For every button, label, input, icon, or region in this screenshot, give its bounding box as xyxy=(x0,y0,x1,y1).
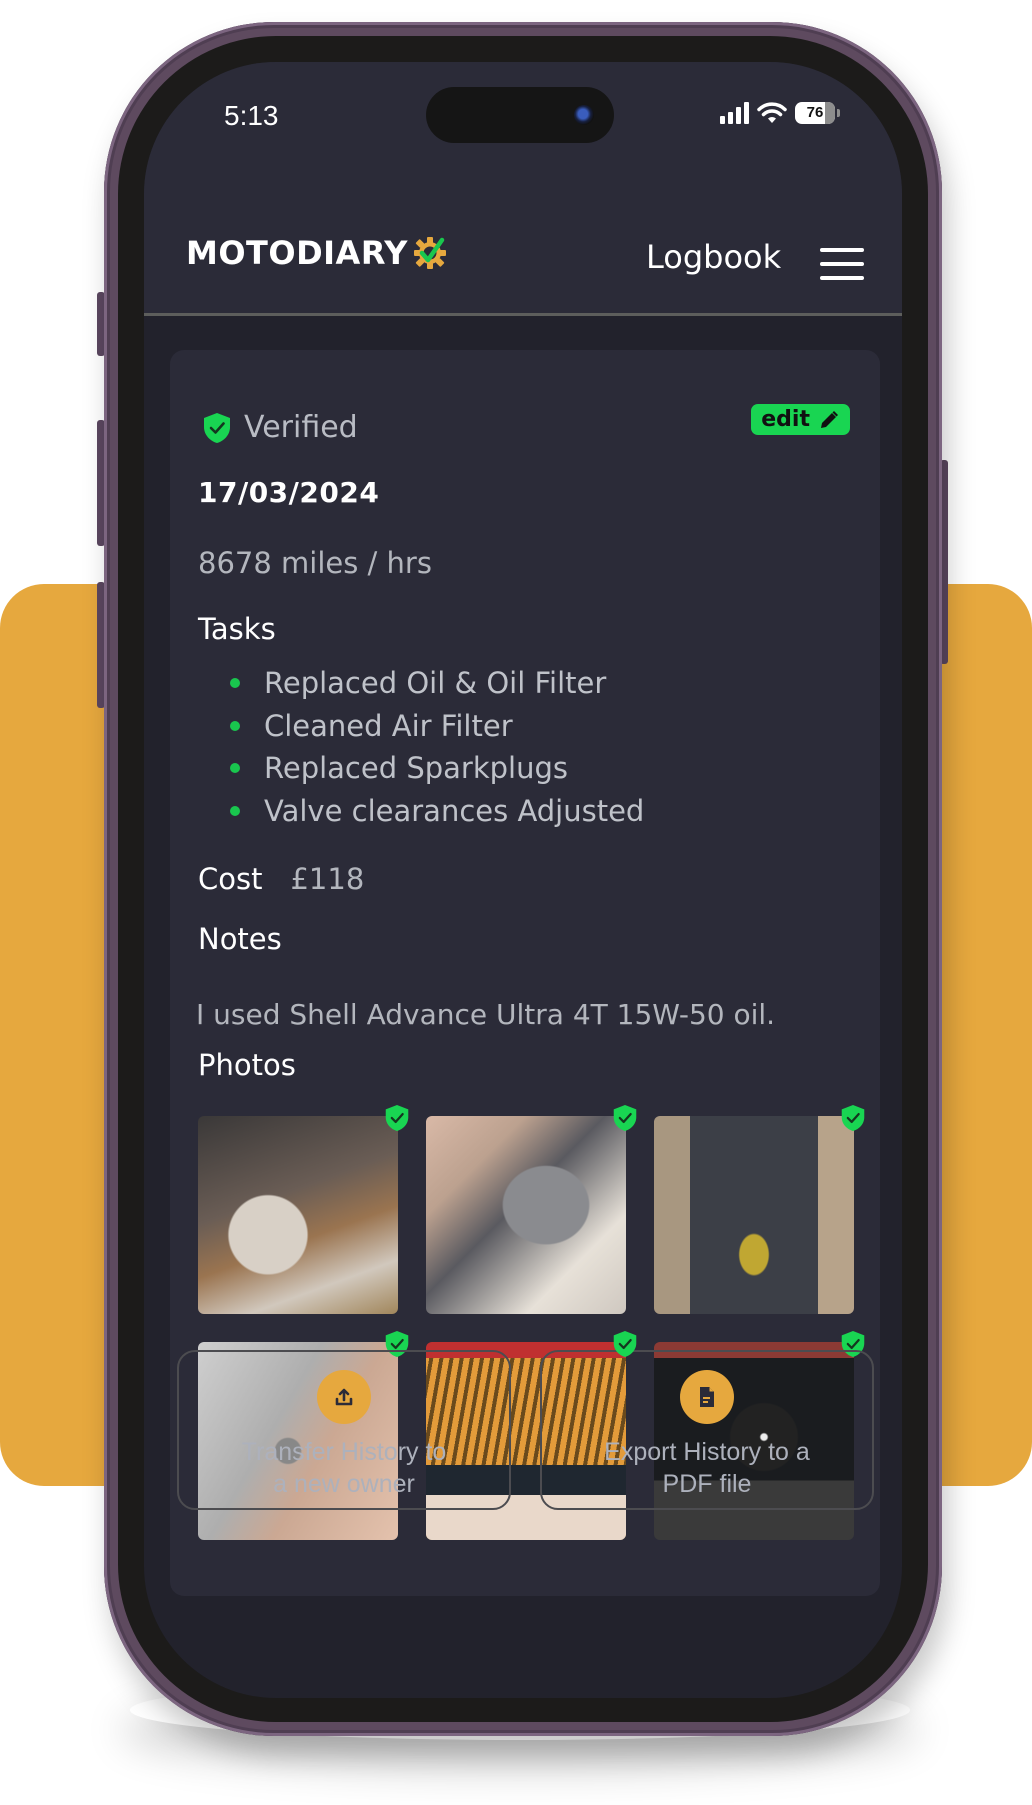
edit-button[interactable]: edit xyxy=(751,404,850,435)
phone-screen: 5:13 76 MOTODIARY Logbook Verified edit … xyxy=(144,62,902,1698)
wifi-icon xyxy=(757,102,787,123)
task-item: Valve clearances Adjusted xyxy=(230,790,644,833)
verified-shield-icon xyxy=(613,1105,637,1131)
status-time: 5:13 xyxy=(224,100,279,131)
status-bar: 5:13 76 xyxy=(144,62,902,192)
logo-text: MOTODIARY xyxy=(186,234,408,272)
verified-shield-icon xyxy=(841,1105,865,1131)
bullet-icon xyxy=(230,763,240,774)
photo-thumbnail-valve-cover[interactable] xyxy=(426,1105,637,1314)
dynamic-island xyxy=(426,87,614,143)
label-line: Export History to a xyxy=(604,1438,810,1466)
label-line: Transfer History to xyxy=(241,1438,447,1466)
edit-label: edit xyxy=(761,407,810,432)
top-navbar: MOTODIARY Logbook xyxy=(144,192,902,316)
battery-tip xyxy=(837,109,840,117)
photos-heading: Photos xyxy=(198,1048,296,1082)
task-text: Replaced Sparkplugs xyxy=(264,751,569,786)
front-camera xyxy=(574,105,594,125)
entry-mileage: 8678 miles / hrs xyxy=(198,546,432,580)
notes-text: I used Shell Advance Ultra 4T 15W-50 oil… xyxy=(196,998,776,1031)
photo-thumbnail-oil-drain[interactable] xyxy=(198,1105,409,1314)
label-line: a new owner xyxy=(273,1470,415,1498)
verified-shield-icon xyxy=(385,1105,409,1131)
pencil-icon xyxy=(821,410,838,428)
signal-icon xyxy=(720,102,749,124)
upload-icon-circle xyxy=(317,1370,371,1424)
verified-label: Verified xyxy=(244,410,358,445)
bullet-icon xyxy=(230,720,240,731)
verified-status: Verified xyxy=(202,410,358,445)
app-logo[interactable]: MOTODIARY xyxy=(186,234,448,272)
status-icons: 76 xyxy=(720,102,840,124)
transfer-history-button[interactable]: Transfer History to a new owner xyxy=(177,1350,511,1510)
battery-percent: 76 xyxy=(806,104,824,121)
notes-heading: Notes xyxy=(198,922,282,956)
hamburger-menu-icon[interactable] xyxy=(820,248,864,280)
export-pdf-button[interactable]: Export History to a PDF file xyxy=(540,1350,874,1510)
export-pdf-label: Export History to a PDF file xyxy=(542,1436,872,1500)
task-text: Cleaned Air Filter xyxy=(264,708,513,743)
page-title: Logbook xyxy=(646,238,782,276)
task-item: Replaced Oil & Oil Filter xyxy=(230,662,644,705)
task-text: Replaced Oil & Oil Filter xyxy=(264,666,607,701)
cost-row: Cost £118 xyxy=(198,862,364,896)
document-icon-circle xyxy=(680,1370,734,1424)
tasks-list: Replaced Oil & Oil Filter Cleaned Air Fi… xyxy=(230,662,644,832)
upload-icon xyxy=(335,1388,353,1406)
verified-shield-icon xyxy=(613,1331,637,1357)
task-text: Valve clearances Adjusted xyxy=(264,793,645,828)
task-item: Cleaned Air Filter xyxy=(230,705,644,748)
label-line: PDF file xyxy=(662,1470,752,1498)
transfer-history-label: Transfer History to a new owner xyxy=(179,1436,509,1500)
task-item: Replaced Sparkplugs xyxy=(230,747,644,790)
document-icon xyxy=(700,1387,714,1407)
photo-thumbnail-oil-bottle[interactable] xyxy=(654,1105,865,1314)
cost-value: £118 xyxy=(290,862,365,896)
gear-check-icon xyxy=(413,237,446,269)
bullet-icon xyxy=(230,805,240,816)
verified-shield-icon xyxy=(204,412,230,443)
bullet-icon xyxy=(230,678,240,689)
tasks-heading: Tasks xyxy=(198,612,276,646)
entry-date: 17/03/2024 xyxy=(198,476,380,509)
cost-label: Cost xyxy=(198,862,263,896)
battery-icon: 76 xyxy=(795,102,835,124)
